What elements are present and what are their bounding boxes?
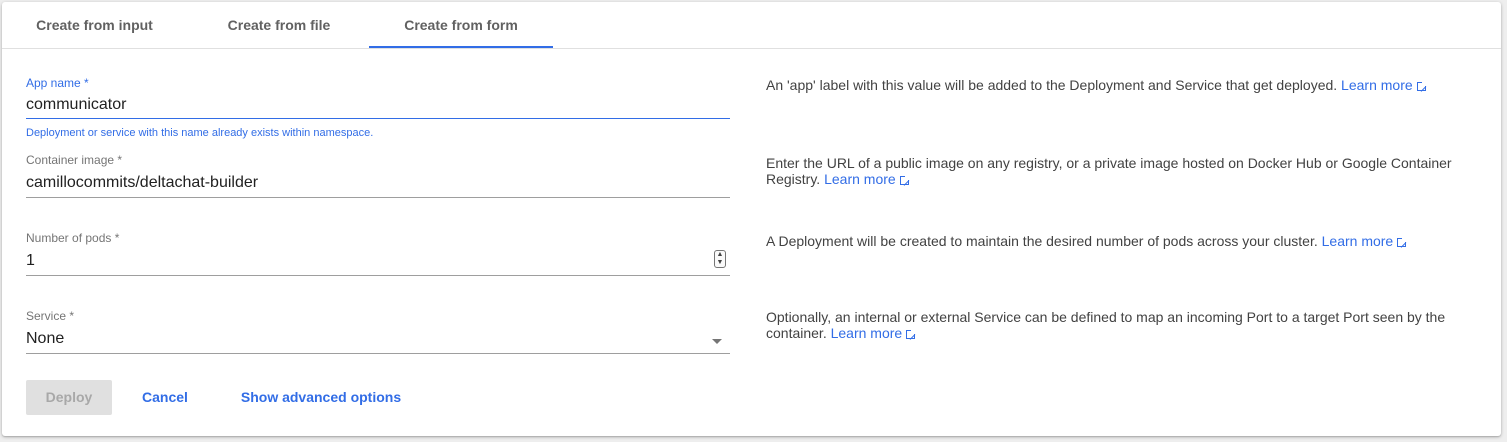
learn-more-label[interactable]: Learn more bbox=[824, 171, 896, 187]
tab-bar: Create from input Create from file Creat… bbox=[2, 2, 1501, 49]
service-label: Service * bbox=[26, 309, 75, 323]
external-link-icon bbox=[1416, 81, 1427, 91]
app-name-field[interactable]: App name * communicator Deployment or se… bbox=[26, 72, 730, 144]
cancel-button[interactable]: Cancel bbox=[128, 380, 202, 415]
learn-more-label[interactable]: Learn more bbox=[1341, 77, 1413, 93]
container-image-field[interactable]: Container image * camillocommits/deltach… bbox=[26, 152, 730, 202]
pods-stepper[interactable]: ▲ ▼ bbox=[714, 250, 726, 268]
external-link-icon bbox=[899, 175, 910, 185]
service-select[interactable]: Service * None bbox=[26, 308, 730, 358]
service-help: Optionally, an internal or external Serv… bbox=[766, 309, 1472, 341]
number-of-pods-field[interactable]: Number of pods * 1 ▲ ▼ bbox=[26, 230, 730, 280]
learn-more-label[interactable]: Learn more bbox=[1322, 233, 1394, 249]
external-link-icon bbox=[1397, 237, 1408, 247]
active-tab-indicator bbox=[369, 46, 553, 48]
app-name-hint: Deployment or service with this name alr… bbox=[26, 127, 374, 139]
service-underline bbox=[26, 353, 730, 354]
number-of-pods-input[interactable]: 1 bbox=[26, 252, 35, 270]
deploy-button[interactable]: Deploy bbox=[26, 380, 112, 415]
app-name-label: App name * bbox=[26, 76, 89, 90]
create-form-card: Create from input Create from file Creat… bbox=[2, 2, 1501, 436]
stepper-down-icon[interactable]: ▼ bbox=[715, 259, 725, 267]
app-name-help-text: An 'app' label with this value will be a… bbox=[766, 77, 1338, 93]
container-image-input[interactable]: camillocommits/deltachat-builder bbox=[26, 174, 258, 192]
stepper-up-icon[interactable]: ▲ bbox=[715, 251, 725, 259]
container-image-learn-more-link[interactable]: Learn more bbox=[824, 171, 910, 187]
app-name-learn-more-link[interactable]: Learn more bbox=[1341, 77, 1427, 93]
external-link-icon bbox=[906, 329, 917, 339]
pods-help-text: A Deployment will be created to maintain… bbox=[766, 233, 1318, 249]
app-name-underline bbox=[26, 118, 730, 119]
pods-learn-more-link[interactable]: Learn more bbox=[1322, 233, 1408, 249]
container-image-underline bbox=[26, 197, 730, 198]
number-of-pods-underline bbox=[26, 275, 730, 276]
show-advanced-options-button[interactable]: Show advanced options bbox=[224, 380, 418, 415]
service-value[interactable]: None bbox=[26, 330, 64, 348]
tab-create-from-file[interactable]: Create from file bbox=[187, 2, 371, 49]
learn-more-label[interactable]: Learn more bbox=[831, 325, 903, 341]
tab-create-from-form[interactable]: Create from form bbox=[369, 2, 553, 49]
service-learn-more-link[interactable]: Learn more bbox=[831, 325, 917, 341]
app-name-help: An 'app' label with this value will be a… bbox=[766, 77, 1472, 93]
container-image-label: Container image * bbox=[26, 153, 123, 167]
tab-create-from-input[interactable]: Create from input bbox=[2, 2, 187, 49]
chevron-down-icon[interactable] bbox=[712, 339, 722, 344]
app-name-input[interactable]: communicator bbox=[26, 96, 126, 114]
number-of-pods-label: Number of pods * bbox=[26, 231, 120, 245]
container-image-help: Enter the URL of a public image on any r… bbox=[766, 155, 1472, 187]
pods-help: A Deployment will be created to maintain… bbox=[766, 233, 1472, 249]
